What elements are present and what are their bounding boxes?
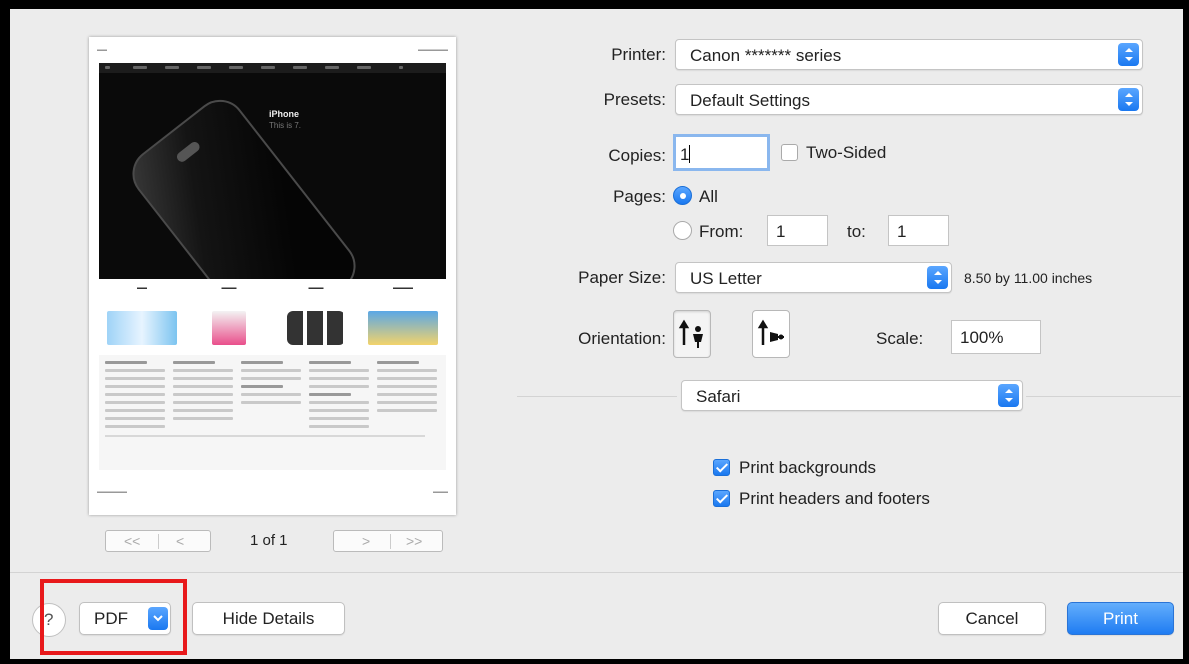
pages-label: Pages: [613,187,666,206]
first-page-button[interactable]: << [124,533,140,549]
hide-details-button[interactable]: Hide Details [192,602,345,635]
pages-to-label: to: [847,222,866,241]
pages-all-label: All [699,187,718,206]
next-page-button[interactable]: > [362,533,370,549]
last-page-button[interactable]: >> [406,533,422,549]
copies-value: 1 [680,145,690,164]
preview-hero: iPhone This is 7. [99,63,446,279]
printer-value: Canon ******* series [690,46,842,65]
scale-input[interactable]: 100% [951,320,1041,354]
landscape-orientation-button[interactable] [752,310,790,358]
paper-size-select[interactable]: US Letter [675,262,952,293]
pages-to-input[interactable]: 1 [888,215,949,246]
preview-footer-rule [105,435,425,437]
landscape-orientation-icon [757,319,784,345]
orientation-label: Orientation: [578,329,666,348]
cancel-button[interactable]: Cancel [938,602,1046,635]
printer-label: Printer: [611,45,666,64]
prev-page-controls: << < [105,530,211,552]
preview-nav-bar [99,63,446,73]
portrait-orientation-button[interactable] [673,310,711,358]
paper-size-stepper-icon [927,266,948,289]
paper-dimensions: 8.50 by 11.00 inches [964,270,1093,286]
print-headers-footers-label: Print headers and footers [739,489,930,508]
print-dialog: ▬▬ ▬▬▬▬▬▬ iPhone This is 7. ▬▬ ▬▬▬ ▬▬▬ ▬… [10,9,1183,659]
print-preview: ▬▬ ▬▬▬▬▬▬ iPhone This is 7. ▬▬ ▬▬▬ ▬▬▬ ▬… [89,37,456,515]
preview-hero-title: iPhone [269,109,300,119]
pages-from-label: From: [699,222,744,241]
pdf-highlight-box [40,579,187,655]
app-section-stepper-icon [998,384,1019,407]
prev-page-button[interactable]: < [176,533,184,549]
preview-header-left: ▬▬ [97,47,107,53]
page-indicator: 1 of 1 [250,532,288,549]
paper-size-value: US Letter [690,269,762,288]
portrait-orientation-icon [678,319,703,348]
presets-label: Presets: [603,90,666,109]
paper-size-label: Paper Size: [578,268,666,287]
print-backgrounds-checkbox[interactable] [713,459,730,476]
preview-tile: ▬▬▬ [186,281,272,351]
presets-select[interactable]: Default Settings [675,84,1143,115]
preview-footer-right: ▬▬▬ [433,489,448,495]
app-section-select[interactable]: Safari [681,380,1023,411]
pages-to-value: 1 [897,222,907,241]
scale-value: 100% [960,328,1004,347]
presets-stepper-icon [1118,88,1139,111]
print-backgrounds-label: Print backgrounds [739,458,877,477]
preview-tile: ▬▬ [99,281,185,351]
preview-footer-links [99,355,446,470]
print-headers-footers-checkbox[interactable] [713,490,730,507]
pages-from-radio[interactable] [673,221,692,240]
preview-header-right: ▬▬▬▬▬▬ [418,47,448,53]
next-page-controls: > >> [333,530,443,552]
pages-from-value: 1 [776,222,786,241]
two-sided-label: Two-Sided [806,143,887,162]
section-divider-right [1026,396,1181,397]
scale-label: Scale: [876,329,924,348]
copies-label: Copies: [608,146,666,165]
copies-input[interactable]: 1 [673,134,770,171]
iphone-image [121,89,367,279]
preview-tile: ▬▬▬ [273,281,359,351]
bottom-divider [10,572,1183,573]
pages-from-input[interactable]: 1 [767,215,828,246]
preview-tile: ▬▬▬▬ [360,281,446,351]
preview-tile-row: ▬▬ ▬▬▬ ▬▬▬ ▬▬▬▬ [99,281,446,351]
two-sided-checkbox[interactable] [781,144,798,161]
app-section-value: Safari [696,387,741,406]
section-divider-left [517,396,677,397]
pages-all-radio[interactable] [673,186,692,205]
print-button[interactable]: Print [1067,602,1174,635]
preview-hero-subtitle: This is 7. [269,121,302,130]
printer-stepper-icon [1118,43,1139,66]
preview-footer-left: ▬▬▬▬▬▬ [97,489,127,495]
printer-select[interactable]: Canon ******* series [675,39,1143,70]
presets-value: Default Settings [690,91,811,110]
